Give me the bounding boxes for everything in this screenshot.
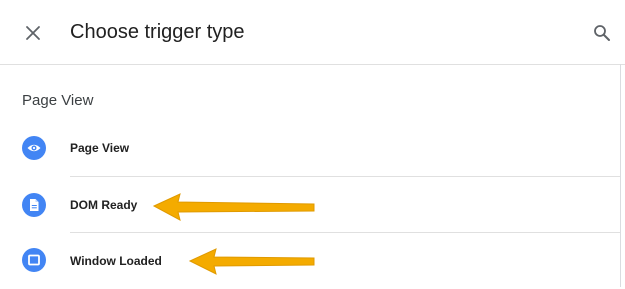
annotation-arrow xyxy=(188,248,315,275)
search-button[interactable] xyxy=(589,20,615,46)
window-icon xyxy=(22,248,46,272)
close-button[interactable] xyxy=(20,20,46,46)
close-icon xyxy=(26,26,40,40)
eye-icon xyxy=(22,136,46,160)
document-icon xyxy=(22,193,46,217)
trigger-item-label: Page View xyxy=(70,141,130,155)
section-title: Page View xyxy=(22,92,94,109)
annotation-arrow xyxy=(152,193,315,221)
dialog-header: Choose trigger type xyxy=(0,0,625,65)
panel-border xyxy=(620,64,621,287)
trigger-item-label: DOM Ready xyxy=(70,198,138,212)
page-title: Choose trigger type xyxy=(70,21,245,43)
search-icon xyxy=(594,25,610,41)
trigger-item-page-view[interactable]: Page View xyxy=(0,120,620,176)
trigger-item-label: Window Loaded xyxy=(70,254,162,268)
